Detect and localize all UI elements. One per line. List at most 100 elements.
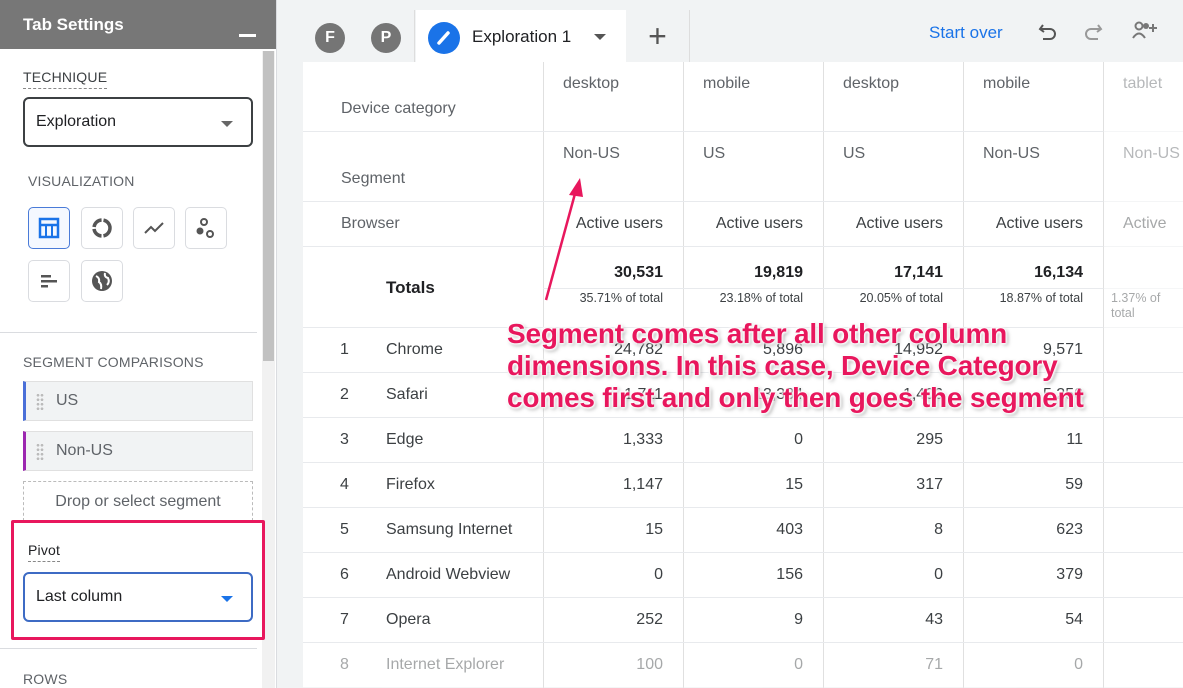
annotation-text: Segment comes after all other column dim… xyxy=(507,318,1084,414)
table-cell xyxy=(1103,598,1183,643)
drop-segment-text: Drop or select segment xyxy=(55,493,221,510)
column-segment: Non-US xyxy=(963,132,1103,202)
column-total: 30,531 xyxy=(543,247,683,289)
table-cell: 1,333 xyxy=(543,418,683,463)
table-cell: 0 xyxy=(683,418,823,463)
row-browser: Samsung Internet xyxy=(386,521,513,538)
table-cell xyxy=(1103,643,1183,688)
table-cell: 403 xyxy=(683,508,823,553)
column-total: 19,819 xyxy=(683,247,823,289)
segment-us[interactable]: US xyxy=(23,381,253,421)
segment-comparisons-label: SEGMENT COMPARISONS xyxy=(23,354,204,370)
table-icon xyxy=(38,217,60,239)
add-tab-button[interactable]: + xyxy=(626,10,690,62)
table-cell xyxy=(1103,463,1183,508)
viz-table-button[interactable] xyxy=(28,207,70,249)
row-browser: Android Webview xyxy=(386,566,511,583)
annotation-line: comes first and only then goes the segme… xyxy=(507,382,1084,413)
tab-label: Exploration 1 xyxy=(472,27,572,46)
avatar-f[interactable]: F xyxy=(315,23,345,53)
column-device: desktop xyxy=(823,62,963,132)
column-segment: Non-US xyxy=(543,132,683,202)
viz-scatter-button[interactable] xyxy=(185,207,227,249)
column-total xyxy=(1103,247,1183,289)
caret-down-icon[interactable] xyxy=(594,34,606,40)
tab-exploration-1[interactable]: Exploration 1 xyxy=(416,10,626,62)
globe-icon xyxy=(92,271,112,291)
annotation-line: dimensions. In this case, Device Categor… xyxy=(507,350,1058,381)
column-device: mobile xyxy=(683,62,823,132)
column-device: desktop xyxy=(543,62,683,132)
column-metric: Active users xyxy=(963,202,1103,247)
tab-settings-panel: Tab Settings TECHNIQUE Exploration VISUA… xyxy=(0,0,277,688)
column-segment: Non-US xyxy=(1103,132,1183,202)
column-segment: US xyxy=(823,132,963,202)
viz-donut-button[interactable] xyxy=(81,207,123,249)
header-device-category: Device category xyxy=(303,62,543,132)
table-cell: 54 xyxy=(963,598,1103,643)
column-metric: Active xyxy=(1103,202,1183,247)
start-over-button[interactable]: Start over xyxy=(929,23,1003,43)
table-cell: 317 xyxy=(823,463,963,508)
table-cell: 252 xyxy=(543,598,683,643)
pivot-label: Pivot xyxy=(28,542,61,562)
segment-non-us[interactable]: Non-US xyxy=(23,431,253,471)
divider xyxy=(0,648,257,649)
annotation-line: Segment comes after all other column xyxy=(507,318,1008,349)
column-segment: US xyxy=(683,132,823,202)
table-cell xyxy=(1103,373,1183,418)
column-device: mobile xyxy=(963,62,1103,132)
line-chart-icon xyxy=(144,222,164,234)
table-cell: 1,147 xyxy=(543,463,683,508)
table-cell: 0 xyxy=(823,553,963,598)
scrollbar-thumb[interactable] xyxy=(263,51,274,361)
header-segment: Segment xyxy=(303,132,543,202)
viz-geo-button[interactable] xyxy=(81,260,123,302)
drag-handle-icon[interactable] xyxy=(36,443,44,461)
table-cell: 379 xyxy=(963,553,1103,598)
viz-line-button[interactable] xyxy=(133,207,175,249)
panel-title: Tab Settings xyxy=(23,15,124,34)
pivot-select[interactable]: Last column xyxy=(23,572,253,622)
table-cell: 43 xyxy=(823,598,963,643)
table-cell: 8 xyxy=(823,508,963,553)
table-cell: 71 xyxy=(823,643,963,688)
table-cell: 15 xyxy=(543,508,683,553)
table-cell: 15 xyxy=(683,463,823,508)
rows-label: ROWS xyxy=(23,671,68,687)
drag-handle-icon[interactable] xyxy=(36,393,44,411)
avatar-p[interactable]: P xyxy=(371,23,401,53)
drop-segment-area[interactable]: Drop or select segment xyxy=(23,481,253,521)
table-cell: 9 xyxy=(683,598,823,643)
scatter-icon xyxy=(196,218,214,238)
table-cell xyxy=(1103,553,1183,598)
redo-icon[interactable] xyxy=(1082,21,1104,43)
visualization-label: VISUALIZATION xyxy=(28,173,135,189)
table-cell: 0 xyxy=(963,643,1103,688)
table-cell: 295 xyxy=(823,418,963,463)
row-browser: Edge xyxy=(386,431,424,448)
divider xyxy=(0,332,257,333)
share-users-icon[interactable] xyxy=(1131,20,1161,42)
column-metric: Active users xyxy=(543,202,683,247)
row-browser: Opera xyxy=(386,611,431,628)
table-cell: 100 xyxy=(543,643,683,688)
column-total: 17,141 xyxy=(823,247,963,289)
table-cell: 59 xyxy=(963,463,1103,508)
column-device: tablet xyxy=(1103,62,1183,132)
table-cell xyxy=(1103,328,1183,373)
table-cell xyxy=(1103,418,1183,463)
minimize-icon[interactable] xyxy=(239,34,256,37)
row-browser: Internet Explorer xyxy=(386,656,505,673)
column-metric: Active users xyxy=(823,202,963,247)
caret-down-icon xyxy=(221,596,233,602)
segment-name: US xyxy=(56,392,79,409)
undo-icon[interactable] xyxy=(1037,21,1059,43)
table-cell: 0 xyxy=(543,553,683,598)
technique-select[interactable]: Exploration xyxy=(23,97,253,147)
donut-icon xyxy=(92,218,112,238)
table-cell: 623 xyxy=(963,508,1103,553)
viz-bar-button[interactable] xyxy=(28,260,70,302)
column-metric: Active users xyxy=(683,202,823,247)
totals-label: Totals xyxy=(303,247,543,328)
